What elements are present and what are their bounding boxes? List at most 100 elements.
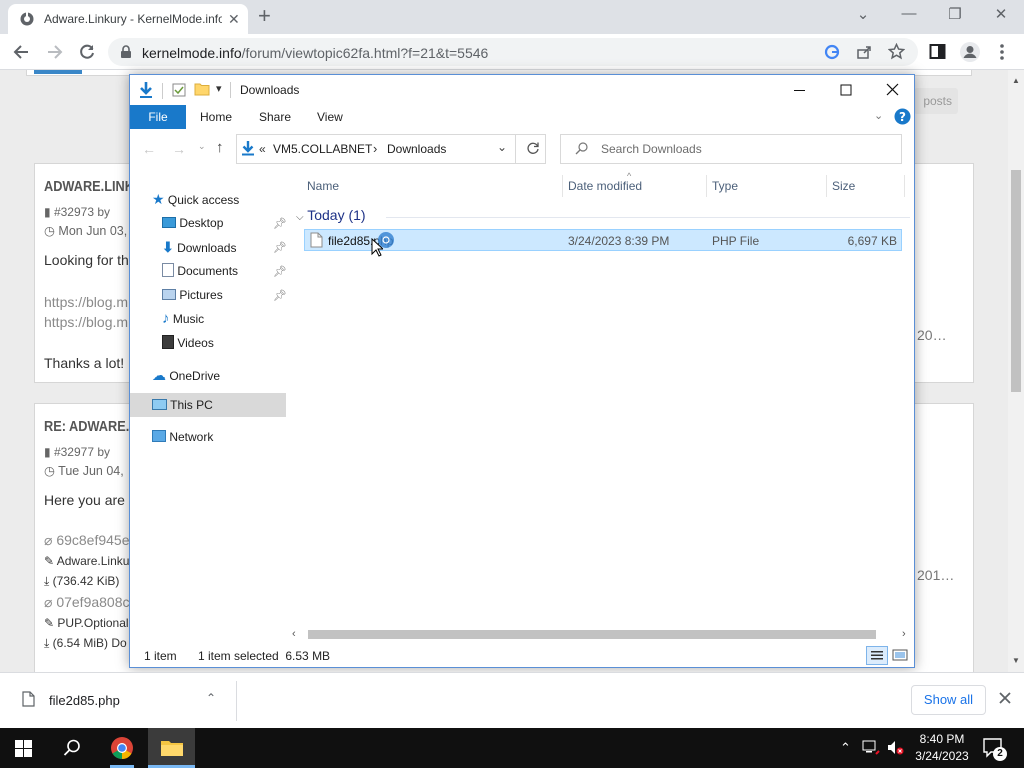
tab-close-icon[interactable]: ✕ — [228, 11, 240, 28]
nav-back-icon[interactable]: ← — [142, 141, 156, 157]
pin-icon[interactable]: 📌︎ — [273, 265, 287, 278]
share-icon[interactable] — [856, 44, 872, 60]
help-icon[interactable]: ? — [894, 108, 911, 125]
nav-forward-icon[interactable]: → — [172, 141, 186, 157]
scroll-down-icon[interactable]: ▼ — [1012, 656, 1020, 665]
properties-checkbox-icon[interactable] — [172, 83, 186, 97]
post-title[interactable]: RE: ADWARE.LI — [44, 418, 141, 435]
post-id[interactable]: #32977 — [54, 445, 94, 459]
column-name[interactable]: Name — [307, 179, 339, 193]
attachment-link[interactable]: 69c8ef945e — [56, 532, 129, 548]
nav-network[interactable]: Network — [152, 425, 213, 449]
show-all-button[interactable]: Show all — [911, 685, 986, 715]
nav-downloads[interactable]: ⬇ Downloads — [162, 235, 236, 259]
collapse-chevron-icon[interactable]: ⌵ — [296, 212, 304, 223]
volume-muted-icon[interactable] — [886, 739, 904, 756]
chrome-menu-icon[interactable] — [996, 42, 1008, 62]
search-icon[interactable] — [63, 739, 81, 757]
tab-view[interactable]: View — [317, 105, 343, 129]
post-link[interactable]: https://blog.m — [44, 314, 128, 330]
nav-documents[interactable]: Documents — [162, 259, 238, 283]
pin-icon[interactable]: 📌︎ — [273, 241, 287, 254]
file-explorer-taskbar-icon[interactable] — [160, 739, 184, 757]
horizontal-scrollbar-thumb[interactable] — [308, 630, 876, 639]
download-options-chevron-icon[interactable]: ⌃ — [206, 691, 216, 705]
explorer-close-button[interactable] — [878, 81, 906, 99]
address-breadcrumb[interactable]: « VM5.COLLABNET › Downloads ⌄ — [236, 134, 546, 164]
page-scrollbar[interactable]: ▲ ▼ — [1008, 70, 1024, 672]
scrollbar-thumb[interactable] — [1011, 170, 1021, 392]
network-tray-icon[interactable] — [862, 739, 880, 756]
column-divider[interactable] — [904, 175, 905, 197]
download-filename[interactable]: file2d85.php — [49, 693, 120, 708]
pin-icon[interactable]: 📌︎ — [273, 217, 287, 230]
chrome-taskbar-icon[interactable] — [110, 736, 134, 760]
scroll-up-icon[interactable]: ▲ — [1012, 76, 1020, 85]
forward-arrow-icon[interactable] — [46, 43, 64, 61]
explorer-title-bar[interactable]: ▾ Downloads — [130, 75, 914, 105]
details-view-button[interactable] — [866, 646, 888, 665]
column-type[interactable]: Type — [712, 179, 738, 193]
nav-videos[interactable]: Videos — [162, 331, 214, 355]
nav-onedrive[interactable]: ☁ OneDrive — [152, 363, 220, 387]
nav-this-pc[interactable]: This PC — [152, 393, 213, 417]
nav-up-icon[interactable]: ↑ — [216, 139, 224, 156]
column-divider[interactable] — [826, 175, 827, 197]
nav-quick-access[interactable]: ★ Quick access — [152, 187, 239, 211]
tab-file[interactable]: File — [130, 105, 186, 129]
group-header[interactable]: ⌵ Today (1) — [296, 207, 366, 223]
side-panel-icon[interactable] — [929, 43, 946, 60]
address-dropdown-icon[interactable]: ⌄ — [497, 140, 507, 154]
tab-search-icon[interactable]: ⌄ — [840, 5, 886, 23]
column-divider[interactable] — [706, 175, 707, 197]
posts-button[interactable]: posts — [914, 88, 958, 114]
column-size[interactable]: Size — [832, 179, 855, 193]
close-download-bar-icon[interactable] — [999, 692, 1011, 704]
column-date-modified[interactable]: Date modified — [568, 179, 642, 193]
taskbar-time[interactable]: 8:40 PM — [918, 732, 966, 746]
column-divider[interactable] — [562, 175, 563, 197]
refresh-icon[interactable] — [526, 141, 540, 155]
scroll-left-icon[interactable]: ‹ — [292, 628, 296, 640]
browser-tab[interactable]: Adware.Linkury - KernelMode.info ✕ — [8, 4, 248, 34]
restore-button[interactable]: ❐ — [932, 5, 978, 23]
lock-icon[interactable] — [120, 45, 132, 59]
expand-ribbon-icon[interactable]: ⌄ — [874, 109, 883, 122]
reload-icon[interactable] — [78, 43, 96, 61]
new-folder-icon[interactable] — [194, 82, 210, 96]
pin-icon[interactable]: 📌︎ — [273, 289, 287, 302]
attachment-link[interactable]: 07ef9a808c — [56, 594, 129, 610]
breadcrumb-overflow[interactable]: « — [259, 142, 266, 156]
address-divider — [515, 135, 516, 163]
nav-music[interactable]: ♪ Music — [162, 307, 204, 331]
new-tab-button[interactable]: + — [258, 4, 271, 28]
explorer-minimize-button[interactable] — [786, 81, 814, 99]
tab-share[interactable]: Share — [259, 105, 291, 129]
file-row[interactable]: file2d85.php 3/24/2023 8:39 PM PHP File … — [304, 229, 902, 251]
minimize-button[interactable]: — — [886, 5, 932, 22]
search-downloads-input[interactable]: Search Downloads — [560, 134, 902, 164]
taskbar-date[interactable]: 3/24/2023 — [913, 749, 971, 763]
horizontal-scrollbar[interactable]: ‹ › — [290, 627, 914, 643]
large-icons-view-button[interactable] — [892, 647, 908, 663]
address-bar[interactable]: kernelmode.info/forum/viewtopic62fa.html… — [108, 38, 918, 66]
nav-pictures[interactable]: Pictures — [162, 283, 223, 307]
close-window-button[interactable]: ✕ — [978, 5, 1024, 23]
profile-avatar-icon[interactable] — [959, 41, 981, 63]
google-lens-icon[interactable] — [824, 44, 840, 60]
back-arrow-icon[interactable] — [12, 43, 30, 61]
bookmark-star-icon[interactable] — [888, 43, 905, 60]
post-id[interactable]: #32973 — [54, 205, 94, 219]
explorer-maximize-button[interactable] — [832, 81, 860, 99]
show-hidden-icons-chevron[interactable]: ⌃ — [840, 740, 851, 756]
nav-desktop[interactable]: Desktop — [162, 211, 223, 235]
tab-home[interactable]: Home — [200, 105, 232, 129]
breadcrumb-separator[interactable]: › — [373, 141, 377, 156]
breadcrumb-downloads[interactable]: Downloads — [387, 142, 446, 156]
quick-access-dropdown-icon[interactable]: ▾ — [216, 82, 222, 95]
recent-locations-icon[interactable]: ⌄ — [198, 141, 206, 152]
breadcrumb-vm5[interactable]: VM5.COLLABNET — [273, 142, 372, 156]
windows-start-icon[interactable] — [15, 740, 32, 757]
post-link[interactable]: https://blog.m — [44, 294, 128, 310]
scroll-right-icon[interactable]: › — [902, 628, 906, 640]
